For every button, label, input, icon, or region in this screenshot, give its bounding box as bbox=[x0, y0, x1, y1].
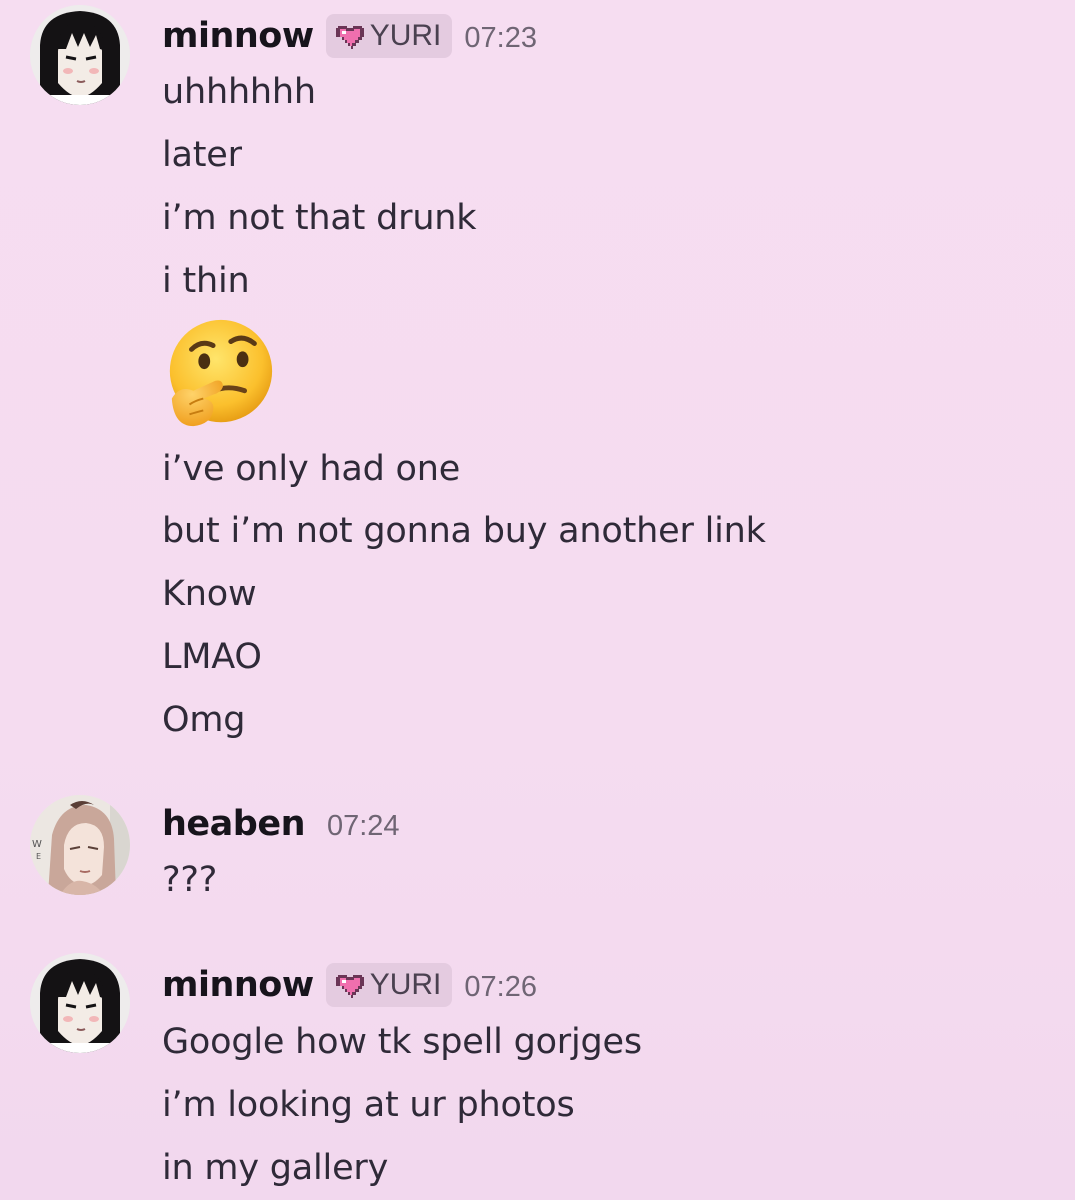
message-text: later bbox=[162, 135, 242, 175]
avatar-image bbox=[30, 5, 130, 105]
message-text: but i’m not gonna buy another link bbox=[162, 511, 766, 551]
message-text: i’m looking at ur photos bbox=[162, 1085, 575, 1125]
message-text: in my gallery bbox=[162, 1148, 389, 1188]
message-header: heaben 07:24 bbox=[162, 799, 400, 849]
username[interactable]: minnow bbox=[162, 16, 314, 56]
message-text: i thin bbox=[162, 261, 250, 301]
message-text: Know bbox=[162, 574, 257, 614]
role-name: YURI bbox=[369, 968, 442, 1001]
pixel-heart-icon bbox=[335, 26, 364, 49]
message-header: minnow YURI 07:26 bbox=[162, 960, 537, 1010]
avatar-image: W E bbox=[30, 795, 130, 895]
svg-text:W: W bbox=[32, 839, 42, 850]
message-text: Omg bbox=[162, 700, 246, 740]
username[interactable]: heaben bbox=[162, 804, 305, 844]
chat-message-list: minnow YURI 07:23 uhhhhhh later i’m not … bbox=[0, 0, 1075, 1200]
username[interactable]: minnow bbox=[162, 965, 314, 1005]
timestamp: 07:24 bbox=[326, 809, 400, 842]
role-tag[interactable]: YURI bbox=[325, 963, 453, 1007]
svg-text:E: E bbox=[36, 852, 41, 861]
message-text: LMAO bbox=[162, 637, 262, 677]
avatar[interactable] bbox=[30, 5, 130, 105]
avatar[interactable] bbox=[30, 953, 130, 1053]
message-text: i’ve only had one bbox=[162, 449, 461, 489]
message-text: ??? bbox=[162, 860, 218, 900]
avatar-image bbox=[30, 953, 130, 1053]
avatar[interactable]: W E bbox=[30, 795, 130, 895]
timestamp: 07:26 bbox=[464, 970, 537, 1003]
thinking-face-emoji bbox=[169, 319, 273, 427]
message-header: minnow YURI 07:23 bbox=[162, 11, 537, 61]
message-text: Google how tk spell gorjges bbox=[162, 1022, 642, 1062]
message-text: uhhhhhh bbox=[162, 72, 316, 112]
role-tag[interactable]: YURI bbox=[325, 14, 453, 58]
pixel-heart-icon bbox=[335, 975, 364, 998]
timestamp: 07:23 bbox=[464, 21, 537, 54]
message-text: i’m not that drunk bbox=[162, 198, 477, 238]
role-name: YURI bbox=[369, 19, 442, 52]
